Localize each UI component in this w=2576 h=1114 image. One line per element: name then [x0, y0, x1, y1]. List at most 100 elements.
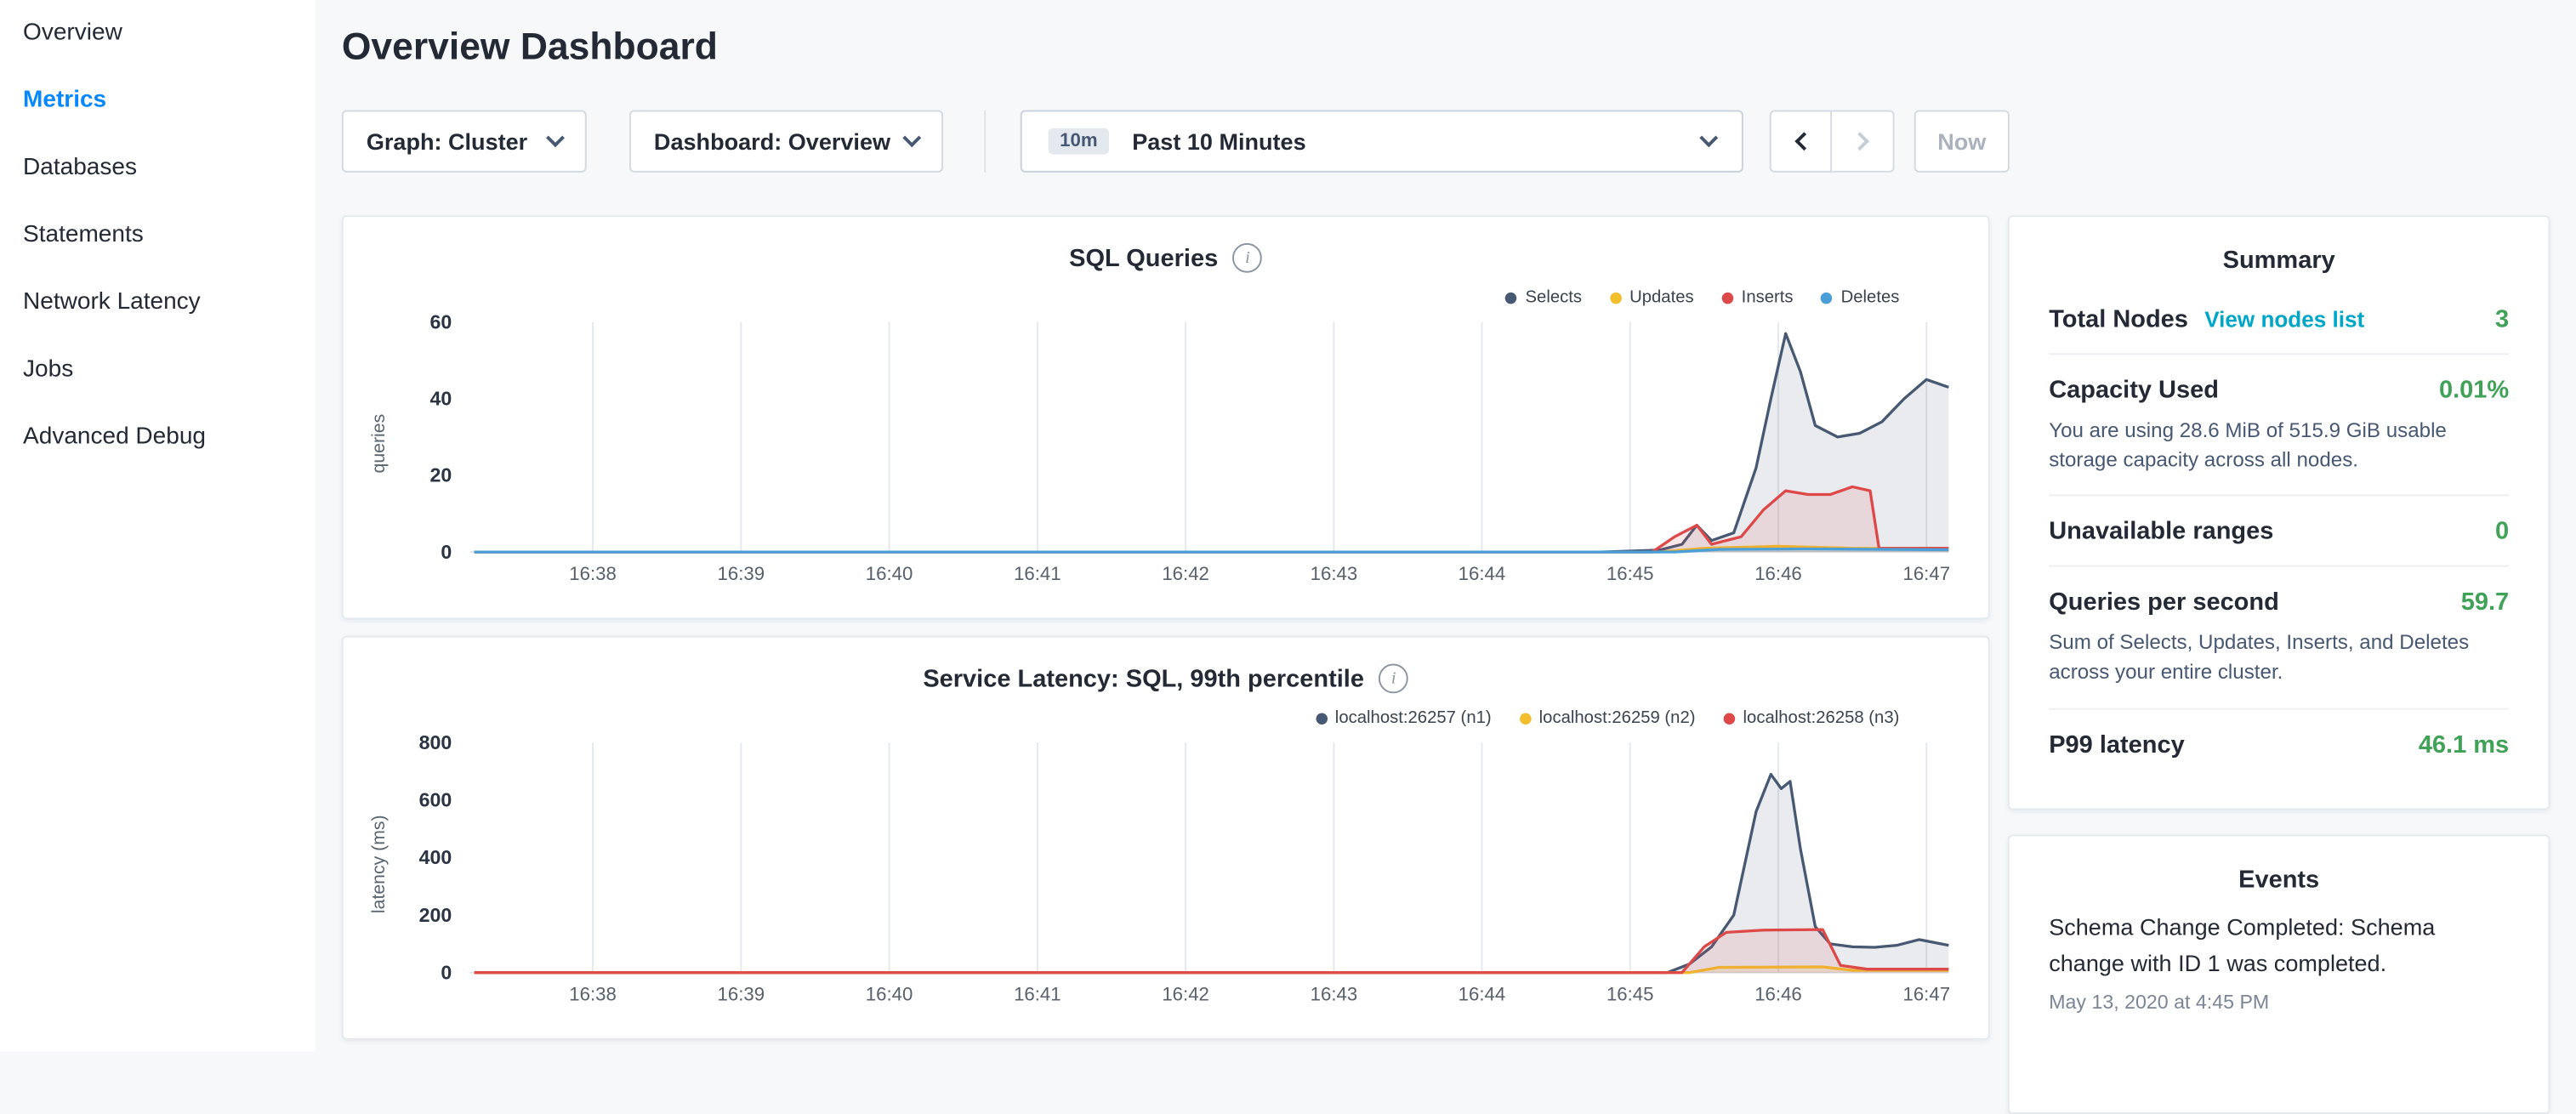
- dashboard-controls: Graph: Cluster Dashboard: Overview 10m P…: [342, 109, 2010, 174]
- svg-text:60: 60: [430, 312, 452, 332]
- time-back-button[interactable]: [1770, 110, 1832, 172]
- svg-text:16:46: 16:46: [1754, 563, 1802, 584]
- summary-row-capacity-used: Capacity Used 0.01% You are using 28.6 M…: [2049, 355, 2509, 497]
- time-range-dropdown[interactable]: 10m Past 10 Minutes: [1021, 110, 1743, 172]
- chevron-down-icon: [546, 128, 565, 147]
- svg-text:0: 0: [441, 541, 452, 563]
- svg-text:16:44: 16:44: [1459, 984, 1506, 1005]
- view-nodes-link[interactable]: View nodes list: [2204, 307, 2364, 332]
- legend-label: Deletes: [1841, 287, 1900, 307]
- sidebar-item-advanced-debug[interactable]: Advanced Debug: [0, 404, 316, 471]
- chart-title: Service Latency: SQL, 99th percentile: [923, 664, 1364, 692]
- svg-text:16:47: 16:47: [1902, 563, 1950, 584]
- sidebar-item-databases[interactable]: Databases: [0, 134, 316, 202]
- legend-item[interactable]: localhost:26257 (n1): [1316, 708, 1492, 728]
- svg-text:16:44: 16:44: [1459, 563, 1506, 584]
- summary-row-total-nodes: Total Nodes View nodes list 3: [2049, 284, 2509, 355]
- svg-text:16:39: 16:39: [718, 563, 765, 584]
- summary-label: Total Nodes: [2049, 305, 2188, 333]
- now-button[interactable]: Now: [1914, 110, 2010, 172]
- info-icon[interactable]: i: [1233, 243, 1263, 273]
- time-forward-button[interactable]: [1832, 110, 1894, 172]
- summary-description: You are using 28.6 MiB of 515.9 GiB usab…: [2049, 416, 2509, 475]
- svg-text:600: 600: [419, 789, 452, 811]
- sql-queries-panel: SQL Queries i Selects Updates Inserts Delet…: [342, 215, 1990, 619]
- chevron-down-icon: [1699, 128, 1718, 147]
- chart-legend: localhost:26257 (n1) localhost:26259 (n2)…: [344, 707, 1988, 730]
- legend-item[interactable]: Inserts: [1721, 287, 1793, 307]
- svg-text:16:40: 16:40: [866, 984, 913, 1005]
- sql-queries-plot[interactable]: 16:3816:3916:4016:4116:4216:4316:4416:45…: [344, 312, 1988, 594]
- page-title: Overview Dashboard: [342, 20, 718, 72]
- svg-text:16:47: 16:47: [1902, 984, 1950, 1005]
- summary-row-unavailable-ranges: Unavailable ranges 0: [2049, 497, 2509, 567]
- sidebar-item-jobs[interactable]: Jobs: [0, 337, 316, 404]
- svg-text:16:43: 16:43: [1311, 563, 1358, 584]
- summary-label: Capacity Used: [2049, 376, 2219, 404]
- svg-text:16:45: 16:45: [1606, 563, 1654, 584]
- svg-text:800: 800: [419, 733, 452, 753]
- svg-text:16:40: 16:40: [866, 563, 913, 584]
- legend-item[interactable]: Selects: [1505, 287, 1582, 307]
- summary-label: Queries per second: [2049, 588, 2279, 617]
- legend-dot-icon: [1721, 292, 1733, 304]
- summary-value: 0.01%: [2439, 376, 2509, 404]
- summary-row-queries-per-second: Queries per second 59.7 Sum of Selects, …: [2049, 567, 2509, 709]
- events-panel: Events Schema Change Completed: Schema c…: [2008, 834, 2550, 1113]
- service-latency-plot[interactable]: 16:3816:3916:4016:4116:4216:4316:4416:45…: [344, 733, 1988, 1015]
- legend-dot-icon: [1316, 713, 1328, 725]
- summary-value: 46.1 ms: [2419, 730, 2509, 759]
- legend-label: Selects: [1526, 287, 1583, 307]
- dashboard-select-dropdown[interactable]: Dashboard: Overview: [629, 110, 943, 172]
- sidebar-item-statements[interactable]: Statements: [0, 202, 316, 270]
- summary-label: P99 latency: [2049, 730, 2185, 759]
- summary-label: Unavailable ranges: [2049, 518, 2273, 546]
- chart-title-row: SQL Queries i: [344, 242, 1988, 275]
- chart-title-row: Service Latency: SQL, 99th percentile i: [344, 662, 1988, 696]
- summary-value: 3: [2495, 305, 2509, 333]
- summary-row-p99-latency: P99 latency 46.1 ms: [2049, 709, 2509, 778]
- legend-dot-icon: [1821, 292, 1833, 304]
- info-icon[interactable]: i: [1379, 664, 1408, 694]
- svg-text:16:42: 16:42: [1162, 563, 1209, 584]
- svg-text:400: 400: [419, 846, 452, 868]
- sidebar-item-network-latency[interactable]: Network Latency: [0, 270, 316, 337]
- controls-divider: [984, 110, 986, 172]
- legend-item[interactable]: Deletes: [1821, 287, 1899, 307]
- summary-value: 59.7: [2461, 588, 2509, 617]
- y-axis-label: queries: [367, 312, 393, 575]
- legend-dot-icon: [1723, 713, 1735, 725]
- svg-text:40: 40: [430, 388, 452, 410]
- summary-title: Summary: [2049, 247, 2509, 275]
- event-timestamp: May 13, 2020 at 4:45 PM: [2049, 992, 2509, 1015]
- legend-dot-icon: [1519, 713, 1531, 725]
- legend-label: Inserts: [1742, 287, 1794, 307]
- legend-label: Updates: [1629, 287, 1694, 307]
- legend-item[interactable]: localhost:26259 (n2): [1519, 708, 1695, 728]
- svg-text:200: 200: [419, 904, 452, 926]
- summary-description: Sum of Selects, Updates, Inserts, and De…: [2049, 628, 2509, 688]
- svg-text:16:41: 16:41: [1014, 563, 1061, 584]
- legend-label: localhost:26258 (n3): [1743, 708, 1900, 728]
- sidebar-item-overview[interactable]: Overview: [0, 0, 316, 67]
- summary-panel: Summary Total Nodes View nodes list 3 Ca…: [2008, 215, 2550, 810]
- svg-text:16:46: 16:46: [1754, 984, 1802, 1005]
- y-axis-label: latency (ms): [367, 733, 393, 996]
- graph-scope-label: Graph: Cluster: [367, 128, 527, 155]
- service-latency-panel: Service Latency: SQL, 99th percentile i …: [342, 636, 1990, 1040]
- legend-label: localhost:26257 (n1): [1335, 708, 1492, 728]
- events-title: Events: [2049, 866, 2509, 894]
- event-item[interactable]: Schema Change Completed: Schema change w…: [2049, 910, 2509, 981]
- graph-scope-dropdown[interactable]: Graph: Cluster: [342, 110, 587, 172]
- svg-text:0: 0: [441, 961, 452, 983]
- app-root: Overview Metrics Databases Statements Ne…: [0, 0, 2576, 1051]
- chart-title: SQL Queries: [1069, 244, 1218, 272]
- svg-text:20: 20: [430, 464, 452, 486]
- svg-text:16:41: 16:41: [1014, 984, 1061, 1005]
- time-range-label: Past 10 Minutes: [1132, 128, 1679, 155]
- legend-item[interactable]: Updates: [1610, 287, 1694, 307]
- legend-item[interactable]: localhost:26258 (n3): [1723, 708, 1899, 728]
- sidebar-item-metrics[interactable]: Metrics: [0, 67, 316, 134]
- legend-dot-icon: [1610, 292, 1622, 304]
- legend-label: localhost:26259 (n2): [1539, 708, 1696, 728]
